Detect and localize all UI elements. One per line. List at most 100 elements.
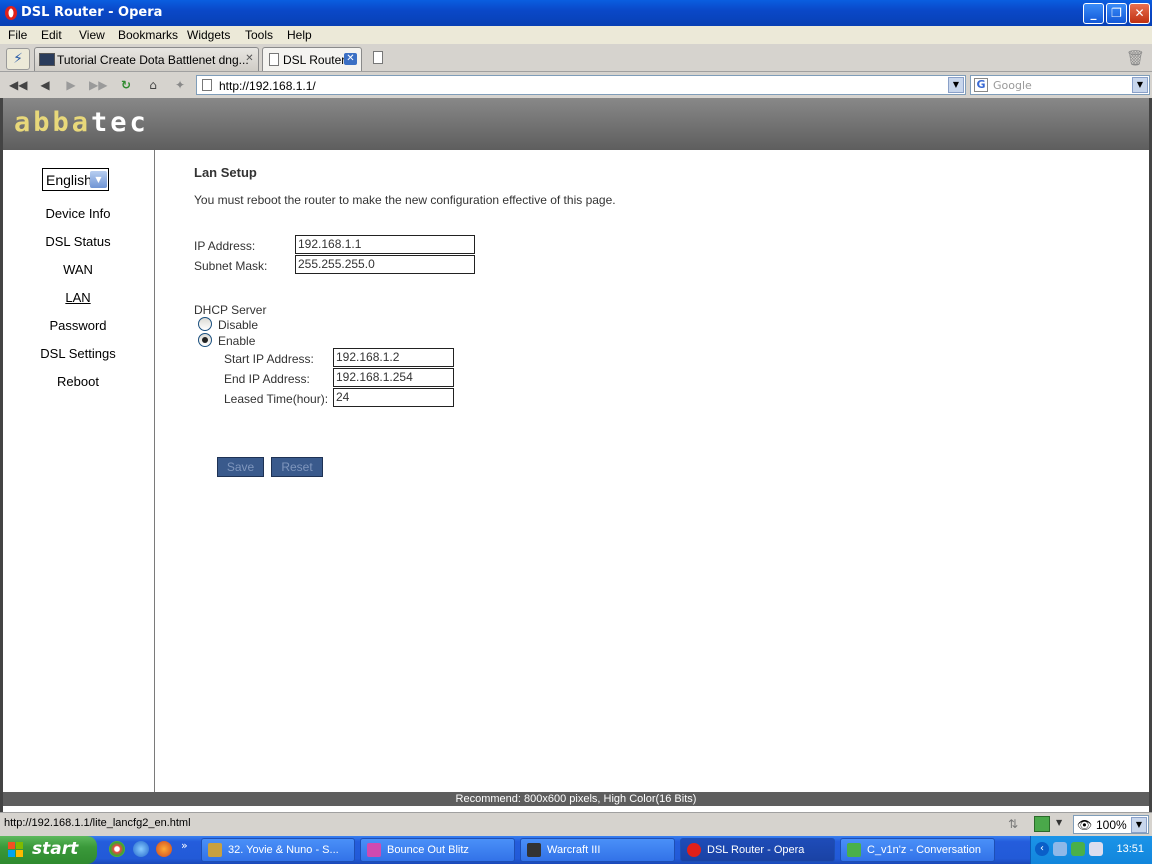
- dhcp-disable-radio[interactable]: [198, 317, 212, 331]
- messenger-icon: [847, 843, 861, 857]
- subnet-mask-input[interactable]: 255.255.255.0: [295, 255, 475, 274]
- nav-dsl-status[interactable]: DSL Status: [3, 234, 153, 249]
- opera-logo-icon: [5, 6, 17, 20]
- ip-address-input[interactable]: 192.168.1.1: [295, 235, 475, 254]
- taskbar-item-warcraft[interactable]: Warcraft III: [520, 838, 675, 862]
- tab-dsl-router[interactable]: DSL Router ✕: [262, 47, 362, 71]
- close-window-button[interactable]: ✕: [1129, 3, 1150, 24]
- abbatec-logo: abbatec: [14, 107, 149, 138]
- lease-time-input[interactable]: 24: [333, 388, 454, 407]
- language-select[interactable]: English ▼: [42, 168, 109, 191]
- wand-icon[interactable]: ✦: [171, 77, 189, 93]
- address-bar[interactable]: http://192.168.1.1/ ▼: [196, 75, 966, 95]
- zoom-value: 100%: [1096, 818, 1127, 832]
- nav-wan[interactable]: WAN: [3, 262, 153, 277]
- nav-device-info[interactable]: Device Info: [3, 206, 153, 221]
- reload-icon[interactable]: ↻: [117, 77, 135, 93]
- page-viewport: abbatec English ▼ Device Info DSL Status…: [0, 98, 1152, 812]
- page-title: Lan Setup: [194, 165, 257, 180]
- trash-icon[interactable]: 🗑: [1126, 49, 1145, 67]
- menu-bookmarks[interactable]: Bookmarks: [118, 28, 178, 42]
- chevron-down-icon[interactable]: ▼: [90, 171, 107, 188]
- end-ip-input[interactable]: 192.168.1.254: [333, 368, 454, 387]
- hover-link-url: http://192.168.1.1/lite_lancfg2_en.html: [4, 817, 191, 829]
- fast-forward-icon[interactable]: ▶▶: [89, 77, 107, 93]
- reset-button[interactable]: Reset: [271, 457, 323, 477]
- dhcp-server-label: DHCP Server: [194, 303, 267, 317]
- language-value: English: [46, 172, 92, 188]
- warcraft-icon: [527, 843, 541, 857]
- radio-selected-dot: [202, 337, 208, 343]
- end-ip-label: End IP Address:: [224, 372, 310, 386]
- dhcp-disable-label: Disable: [218, 318, 259, 332]
- save-button[interactable]: Save: [217, 457, 264, 477]
- nav-password[interactable]: Password: [3, 318, 153, 333]
- nav-reboot[interactable]: Reboot: [3, 374, 153, 389]
- maximize-button[interactable]: ❐: [1106, 3, 1127, 24]
- taskbar-item-music[interactable]: 32. Yovie & Nuno - S...: [201, 838, 355, 862]
- home-icon[interactable]: ⌂: [144, 77, 162, 93]
- tab-label: DSL Router: [283, 53, 346, 67]
- forward-icon[interactable]: ▶: [62, 77, 80, 93]
- windows-flag-icon: [8, 842, 23, 857]
- back-icon[interactable]: ◀: [36, 77, 54, 93]
- game-icon: [367, 843, 381, 857]
- winamp-icon: [208, 843, 222, 857]
- dhcp-enable-radio[interactable]: [198, 333, 212, 347]
- start-button[interactable]: start: [0, 836, 97, 864]
- opera-logo-icon: [687, 843, 701, 857]
- taskbar-item-conversation[interactable]: C_v1n'z - Conversation: [840, 838, 995, 862]
- menu-view[interactable]: View: [79, 28, 105, 42]
- dhcp-enable-label: Enable: [218, 334, 256, 348]
- page-footer: Recommend: 800x600 pixels, High Color(16…: [3, 792, 1149, 806]
- taskbar-item-opera[interactable]: DSL Router - Opera: [680, 838, 835, 862]
- tab-label: Tutorial Create Dota Battlenet dng...: [57, 53, 249, 67]
- taskbar-item-bounce-out[interactable]: Bounce Out Blitz: [360, 838, 515, 862]
- tab-close-icon[interactable]: ✕: [243, 53, 256, 65]
- tab-bar: ⚡ Tutorial Create Dota Battlenet dng... …: [0, 44, 1152, 72]
- zoom-control[interactable]: 👁 100% ▼: [1073, 815, 1149, 834]
- tab-tutorial[interactable]: Tutorial Create Dota Battlenet dng... ✕: [34, 47, 259, 71]
- reboot-notice: You must reboot the router to make the n…: [194, 193, 616, 207]
- rewind-icon[interactable]: ◀◀: [9, 77, 27, 93]
- page-icon: [202, 79, 212, 91]
- tab-close-icon[interactable]: ✕: [344, 53, 357, 65]
- google-icon: G: [974, 78, 988, 92]
- search-box[interactable]: G Google ▼: [970, 75, 1150, 95]
- minimize-button[interactable]: _: [1083, 3, 1104, 24]
- menu-tools[interactable]: Tools: [245, 28, 273, 42]
- panel-icon[interactable]: [1034, 816, 1050, 832]
- menu-widgets[interactable]: Widgets: [187, 28, 230, 42]
- search-input[interactable]: Google: [993, 79, 1032, 92]
- panel-dropdown-icon[interactable]: ▼: [1056, 818, 1062, 827]
- zoom-dropdown-icon[interactable]: ▼: [1131, 817, 1147, 833]
- volume-icon[interactable]: [1089, 842, 1103, 856]
- network-icon[interactable]: ⇅: [1008, 817, 1022, 831]
- tray-collapse-icon[interactable]: ‹: [1035, 842, 1049, 856]
- internet-explorer-icon[interactable]: [133, 841, 149, 857]
- menu-file[interactable]: File: [8, 28, 27, 42]
- chrome-icon[interactable]: [109, 841, 125, 857]
- address-dropdown-icon[interactable]: ▼: [948, 77, 964, 93]
- network-tray-icon[interactable]: [1053, 842, 1067, 856]
- address-input[interactable]: http://192.168.1.1/: [219, 79, 316, 93]
- navigation-bar: ◀◀ ◀ ▶ ▶▶ ↻ ⌂ ✦ http://192.168.1.1/ ▼ G …: [0, 72, 1152, 98]
- more-quicklaunch-icon[interactable]: »: [181, 839, 188, 852]
- start-label: start: [32, 839, 79, 859]
- new-tab-icon[interactable]: [373, 51, 383, 64]
- window-title: DSL Router - Opera: [21, 5, 163, 20]
- menu-help[interactable]: Help: [287, 28, 312, 42]
- firefox-icon[interactable]: [156, 841, 172, 857]
- start-ip-input[interactable]: 192.168.1.2: [333, 348, 454, 367]
- tab-favicon-icon: [39, 53, 55, 66]
- menu-bar: File Edit View Bookmarks Widgets Tools H…: [0, 26, 1152, 44]
- messenger-tray-icon[interactable]: [1071, 842, 1085, 856]
- clock: 13:51: [1116, 843, 1144, 855]
- nav-lan[interactable]: LAN: [3, 290, 153, 305]
- nav-dsl-settings[interactable]: DSL Settings: [3, 346, 153, 361]
- search-dropdown-icon[interactable]: ▼: [1132, 77, 1148, 93]
- speed-dial-icon[interactable]: ⚡: [6, 48, 30, 70]
- browser-status-bar: http://192.168.1.1/lite_lancfg2_en.html …: [0, 812, 1152, 836]
- menu-edit[interactable]: Edit: [41, 28, 62, 42]
- lease-time-label: Leased Time(hour):: [224, 392, 329, 406]
